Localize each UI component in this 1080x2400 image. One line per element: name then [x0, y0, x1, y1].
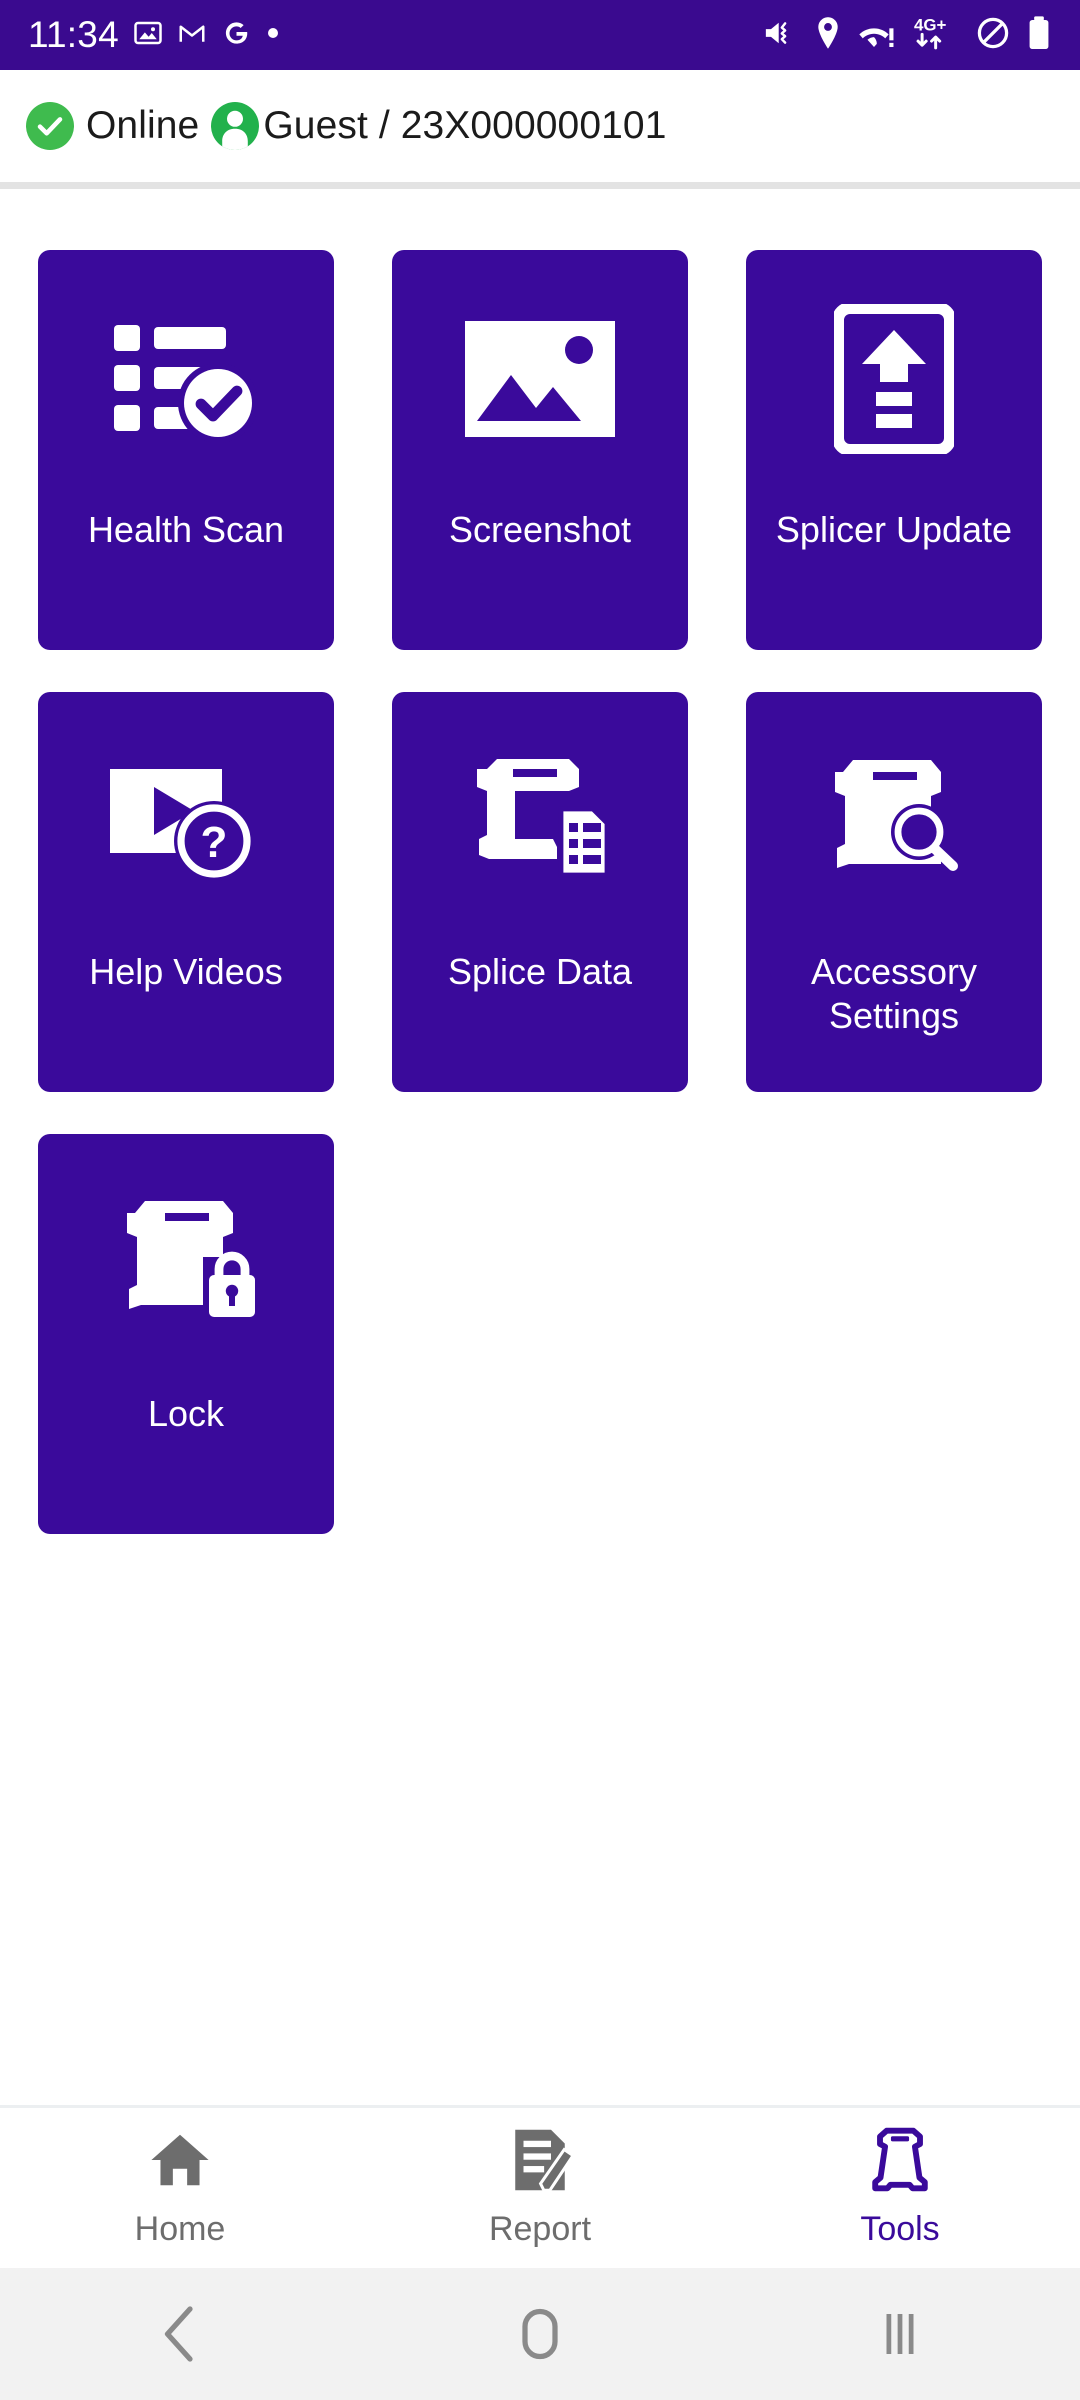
bottom-nav: Home Report Tools [0, 2108, 1080, 2268]
network-4g-plus-icon: 4G+ [914, 15, 960, 56]
image-photo-icon [392, 250, 688, 508]
do-not-disturb-icon [976, 16, 1010, 55]
video-question-icon: ? [38, 692, 334, 950]
back-icon[interactable] [0, 2304, 360, 2364]
google-icon [221, 18, 251, 53]
tile-health-scan[interactable]: Health Scan [38, 250, 334, 650]
home-circle-icon[interactable] [360, 2304, 720, 2364]
tile-label: Lock [147, 1393, 225, 1434]
tile-label: Splicer Update [775, 509, 1013, 550]
recents-icon[interactable] [720, 2304, 1080, 2364]
system-nav-bar [0, 2268, 1080, 2400]
svg-text:4G+: 4G+ [914, 15, 947, 34]
location-icon [814, 16, 842, 55]
status-bar-clock: 11:34 [28, 14, 119, 55]
status-bar-left: 11:34 [28, 14, 281, 56]
report-icon [509, 2127, 576, 2198]
nav-item-report[interactable]: Report [360, 2127, 720, 2249]
tile-label: Health Scan [87, 509, 285, 550]
tools-icon [868, 2127, 932, 2198]
tile-label: Accessory Settings [810, 951, 978, 1036]
nav-label: Report [488, 2210, 592, 2248]
tile-label: Help Videos [89, 951, 283, 992]
nav-item-tools[interactable]: Tools [720, 2127, 1080, 2249]
tile-label: Splice Data [447, 951, 633, 992]
splicer-search-icon [746, 692, 1042, 950]
mute-vibrate-icon [762, 16, 798, 55]
photos-icon [133, 18, 163, 53]
home-icon [147, 2127, 213, 2198]
wifi-warning-icon [858, 16, 898, 55]
status-bar-right: 4G+ [762, 15, 1052, 56]
battery-icon [1026, 15, 1052, 56]
tile-splicer-update[interactable]: Splicer Update [746, 250, 1042, 650]
splicer-lock-icon [38, 1134, 334, 1392]
nav-label: Home [134, 2210, 226, 2248]
gmail-icon [177, 18, 207, 53]
tile-accessory-settings[interactable]: Accessory Settings [746, 692, 1042, 1092]
tile-screenshot[interactable]: Screenshot [392, 250, 688, 650]
check-circle-icon [26, 102, 74, 150]
tool-grid: Health Scan Screenshot Splicer Update ? … [38, 250, 1044, 1534]
tile-help-videos[interactable]: ? Help Videos [38, 692, 334, 1092]
status-bar: 11:34 4G+ [0, 0, 1080, 70]
status-label: Online [86, 104, 200, 147]
person-icon [211, 102, 260, 150]
header-divider [0, 182, 1080, 189]
dot-icon [265, 25, 281, 46]
document-upload-icon [746, 250, 1042, 508]
nav-label: Tools [860, 2210, 940, 2248]
checklist-check-icon [38, 250, 334, 508]
account-label: Guest / 23X000000101 [263, 104, 667, 147]
connection-status: Online Guest / 23X000000101 [26, 102, 667, 150]
tile-lock[interactable]: Lock [38, 1134, 334, 1534]
tile-label: Screenshot [448, 509, 632, 550]
splicer-document-icon [392, 692, 688, 950]
account-header: Online Guest / 23X000000101 [0, 70, 1080, 182]
phone-screen: 11:34 4G+ Online Guest / 23X000000101 He… [0, 0, 1080, 2400]
svg-text:?: ? [201, 818, 228, 867]
tile-splice-data[interactable]: Splice Data [392, 692, 688, 1092]
nav-item-home[interactable]: Home [0, 2127, 360, 2249]
